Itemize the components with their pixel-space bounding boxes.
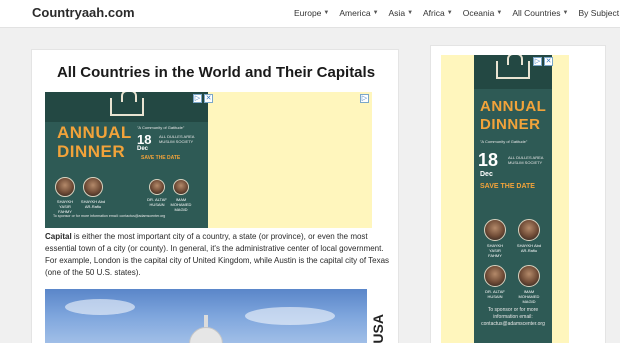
page-title: All Countries in the World and Their Cap… xyxy=(56,64,376,81)
speaker-photo xyxy=(484,219,506,241)
chevron-down-icon: ▼ xyxy=(496,10,503,16)
cloud-shape xyxy=(65,299,135,315)
close-icon[interactable]: ✕ xyxy=(544,57,553,66)
chevron-down-icon: ▼ xyxy=(446,10,453,16)
speaker-photo xyxy=(518,219,540,241)
top-bar: Countryaah.com Europe ▼ America ▼ Asia ▼ Af… xyxy=(0,0,620,28)
nav-item-asia[interactable]: Asia ▼ xyxy=(389,8,414,18)
nav-item-oceania[interactable]: Oceania ▼ xyxy=(463,8,503,18)
nav-label: Europe xyxy=(294,8,322,18)
capitol-dome xyxy=(189,327,223,343)
ad-word-dinner: DINNER xyxy=(57,142,126,161)
nav-item-america[interactable]: America ▼ xyxy=(339,8,378,18)
ad-venue: ALL DULLES AREA MUSLIM SOCIETY xyxy=(508,155,544,165)
ad-venue: ALL DULLES AREA MUSLIM SOCIETY xyxy=(159,134,195,144)
nav-label: By Subject xyxy=(578,8,620,18)
chevron-down-icon: ▼ xyxy=(372,10,379,16)
ad-header-band xyxy=(45,92,208,122)
ad-day: 18 xyxy=(137,132,152,147)
speaker-name: SHAYKH YASIR FAHMY xyxy=(486,243,504,258)
info-icon[interactable]: ▷ xyxy=(193,94,202,103)
capitol-building-photo[interactable] xyxy=(45,289,367,343)
ad-month: Dec xyxy=(480,171,493,178)
cloud-shape xyxy=(245,307,335,325)
chevron-down-icon: ▼ xyxy=(407,10,414,16)
nav-item-by-subject[interactable]: By Subject▼ xyxy=(578,8,620,18)
nav-label: Africa xyxy=(423,8,445,18)
ad-word-dinner: DINNER xyxy=(480,116,541,133)
speaker-photo xyxy=(149,179,165,195)
speaker-photo xyxy=(518,265,540,287)
close-icon[interactable]: ✕ xyxy=(204,94,213,103)
nav-label: America xyxy=(339,8,371,18)
nav-item-africa[interactable]: Africa ▼ xyxy=(423,8,453,18)
speaker-photo xyxy=(173,179,189,195)
info-icon[interactable]: ▷ xyxy=(360,94,369,103)
ad-day: 18 xyxy=(478,150,499,170)
ad-poster-image[interactable]: ANNUAL DINNER "A Community of Gatitude" … xyxy=(45,92,208,228)
ad-tagline: "A Community of Gatitude" xyxy=(137,125,185,130)
site-logo[interactable]: Countryaah.com xyxy=(32,5,135,20)
ad-contact: To sponsor or for more information email… xyxy=(53,214,166,218)
photo-country-label: USA xyxy=(370,314,386,343)
speaker-name: SHAYKH Abd AR-Rafiu xyxy=(516,243,542,253)
term-capital: Capital xyxy=(45,232,72,241)
speaker-photo xyxy=(83,177,103,197)
sidebar: ANNUAL DINNER "A Community of Gatitude" … xyxy=(430,45,606,343)
ad-contact: To sponsor or for more information email… xyxy=(481,307,545,327)
nav-label: Asia xyxy=(388,8,406,18)
mosque-logo-icon xyxy=(496,55,530,79)
speaker-name: IMAM MOHAMED MAGID xyxy=(170,197,192,212)
ad-controls: ▷ xyxy=(360,94,369,103)
chevron-down-icon: ▼ xyxy=(562,10,569,16)
speaker-name: IMAM MOHAMED MAGID xyxy=(518,289,540,304)
sidebar-advertisement[interactable]: ANNUAL DINNER "A Community of Gatitude" … xyxy=(441,55,569,343)
speaker-name: SHAYKH Abd AR-Rafiu xyxy=(80,199,106,209)
speaker-name: DR. ALTAF HUSAIN xyxy=(485,289,505,299)
speaker-name: SHAYKH YASIR FAHMY xyxy=(56,199,74,214)
main-nav: Europe ▼ America ▼ Asia ▼ Africa ▼ Oceania ▼ … xyxy=(294,8,620,18)
ad-controls: ▷ ✕ xyxy=(533,57,553,66)
main-content: All Countries in the World and Their Cap… xyxy=(31,49,399,343)
ad-month: Dec xyxy=(137,146,149,152)
ad-save-the-date: SAVE THE DATE xyxy=(480,183,535,190)
ad-controls-left: ▷ ✕ xyxy=(193,94,213,103)
speaker-name: DR. ALTAF HUSAIN xyxy=(147,197,167,207)
ad-poster-image[interactable]: ANNUAL DINNER "A Community of Gatitude" … xyxy=(474,55,552,343)
nav-item-europe[interactable]: Europe ▼ xyxy=(294,8,329,18)
nav-label: All Countries xyxy=(512,8,561,18)
nav-item-all-countries[interactable]: All Countries ▼ xyxy=(512,8,568,18)
mosque-logo-icon xyxy=(109,92,144,116)
ad-word-annual: ANNUAL xyxy=(57,123,132,142)
chevron-down-icon: ▼ xyxy=(323,10,330,16)
info-icon[interactable]: ▷ xyxy=(533,57,542,66)
nav-label: Oceania xyxy=(462,8,495,18)
ad-word-annual: ANNUAL xyxy=(480,98,547,115)
advertisement-banner[interactable]: ANNUAL DINNER "A Community of Gatitude" … xyxy=(45,92,372,228)
capital-definition-paragraph: Capital is either the most important cit… xyxy=(45,231,395,279)
ad-save-the-date: SAVE THE DATE xyxy=(141,155,181,161)
speaker-photo xyxy=(484,265,506,287)
speaker-photo xyxy=(55,177,75,197)
paragraph-text: is either the most important city of a c… xyxy=(45,232,390,277)
ad-tagline: "A Community of Gatitude" xyxy=(480,139,528,144)
